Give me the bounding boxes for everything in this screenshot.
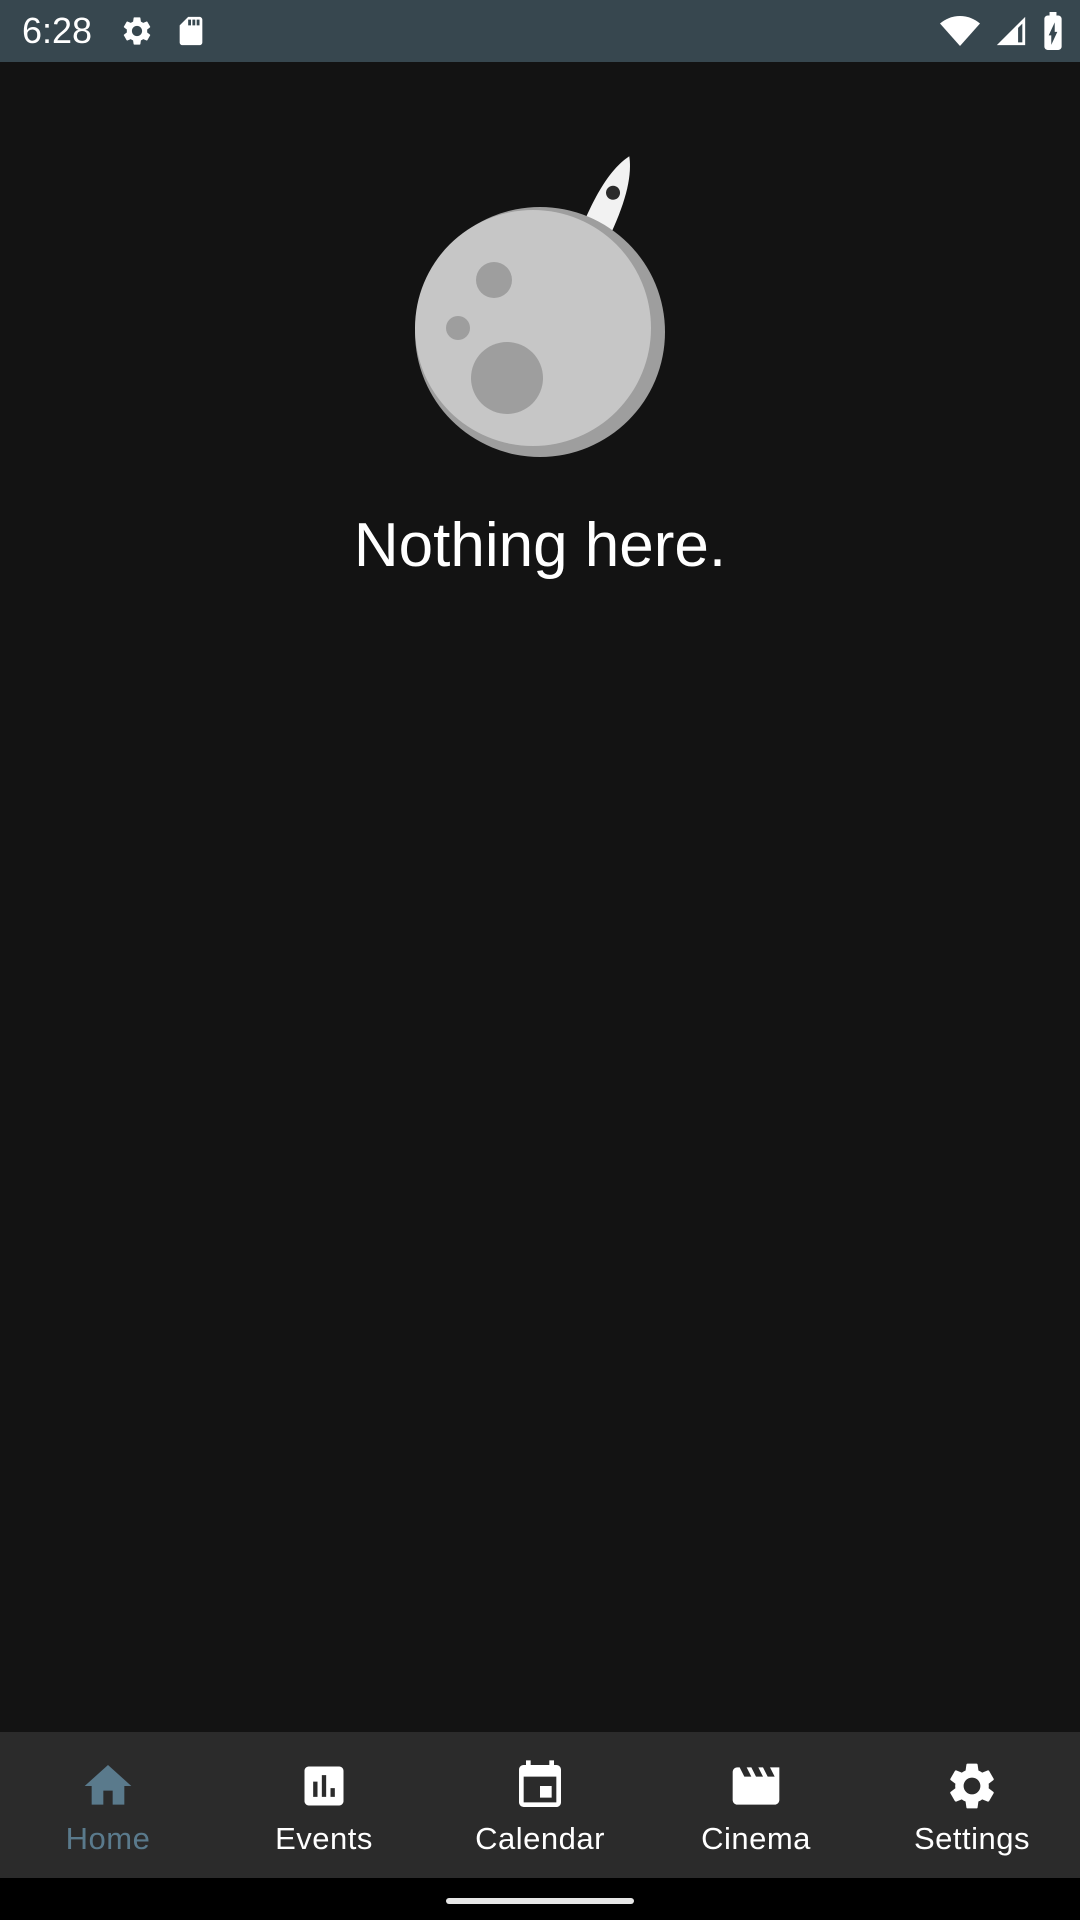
home-gesture-handle[interactable] [446,1898,634,1904]
settings-icon [944,1758,1000,1814]
sd-card-icon [176,14,206,48]
home-icon [80,1758,136,1814]
status-right-icons [940,12,1064,50]
bottom-navigation: Home Events Calendar Cinema Settings [0,1732,1080,1878]
nav-item-calendar[interactable]: Calendar [432,1732,648,1878]
nav-item-cinema[interactable]: Cinema [648,1732,864,1878]
empty-state-message: Nothing here. [353,511,727,580]
clapperboard-icon [728,1758,784,1814]
nav-label-home: Home [65,1821,151,1856]
settings-icon [120,14,154,48]
wifi-icon [940,14,980,48]
app-screen: 6:28 Nothing here. Home Events Calendar … [0,0,1080,1920]
nav-item-events[interactable]: Events [216,1732,432,1878]
moon-rocket-illustration [400,150,680,470]
battery-charging-icon [1042,12,1064,50]
status-left-icons [120,12,206,50]
bar-chart-icon [296,1758,352,1814]
empty-state: Nothing here. [0,62,1080,1732]
calendar-icon [512,1758,568,1814]
system-navigation-bar [0,1878,1080,1920]
nav-label-settings: Settings [913,1821,1030,1856]
nav-label-calendar: Calendar [475,1821,605,1856]
status-bar: 6:28 [0,0,1080,62]
nav-item-home[interactable]: Home [0,1732,216,1878]
cell-signal-icon [994,14,1028,48]
nav-label-cinema: Cinema [701,1821,811,1856]
nav-item-settings[interactable]: Settings [864,1732,1080,1878]
status-time: 6:28 [22,10,93,51]
nav-label-events: Events [275,1821,373,1856]
